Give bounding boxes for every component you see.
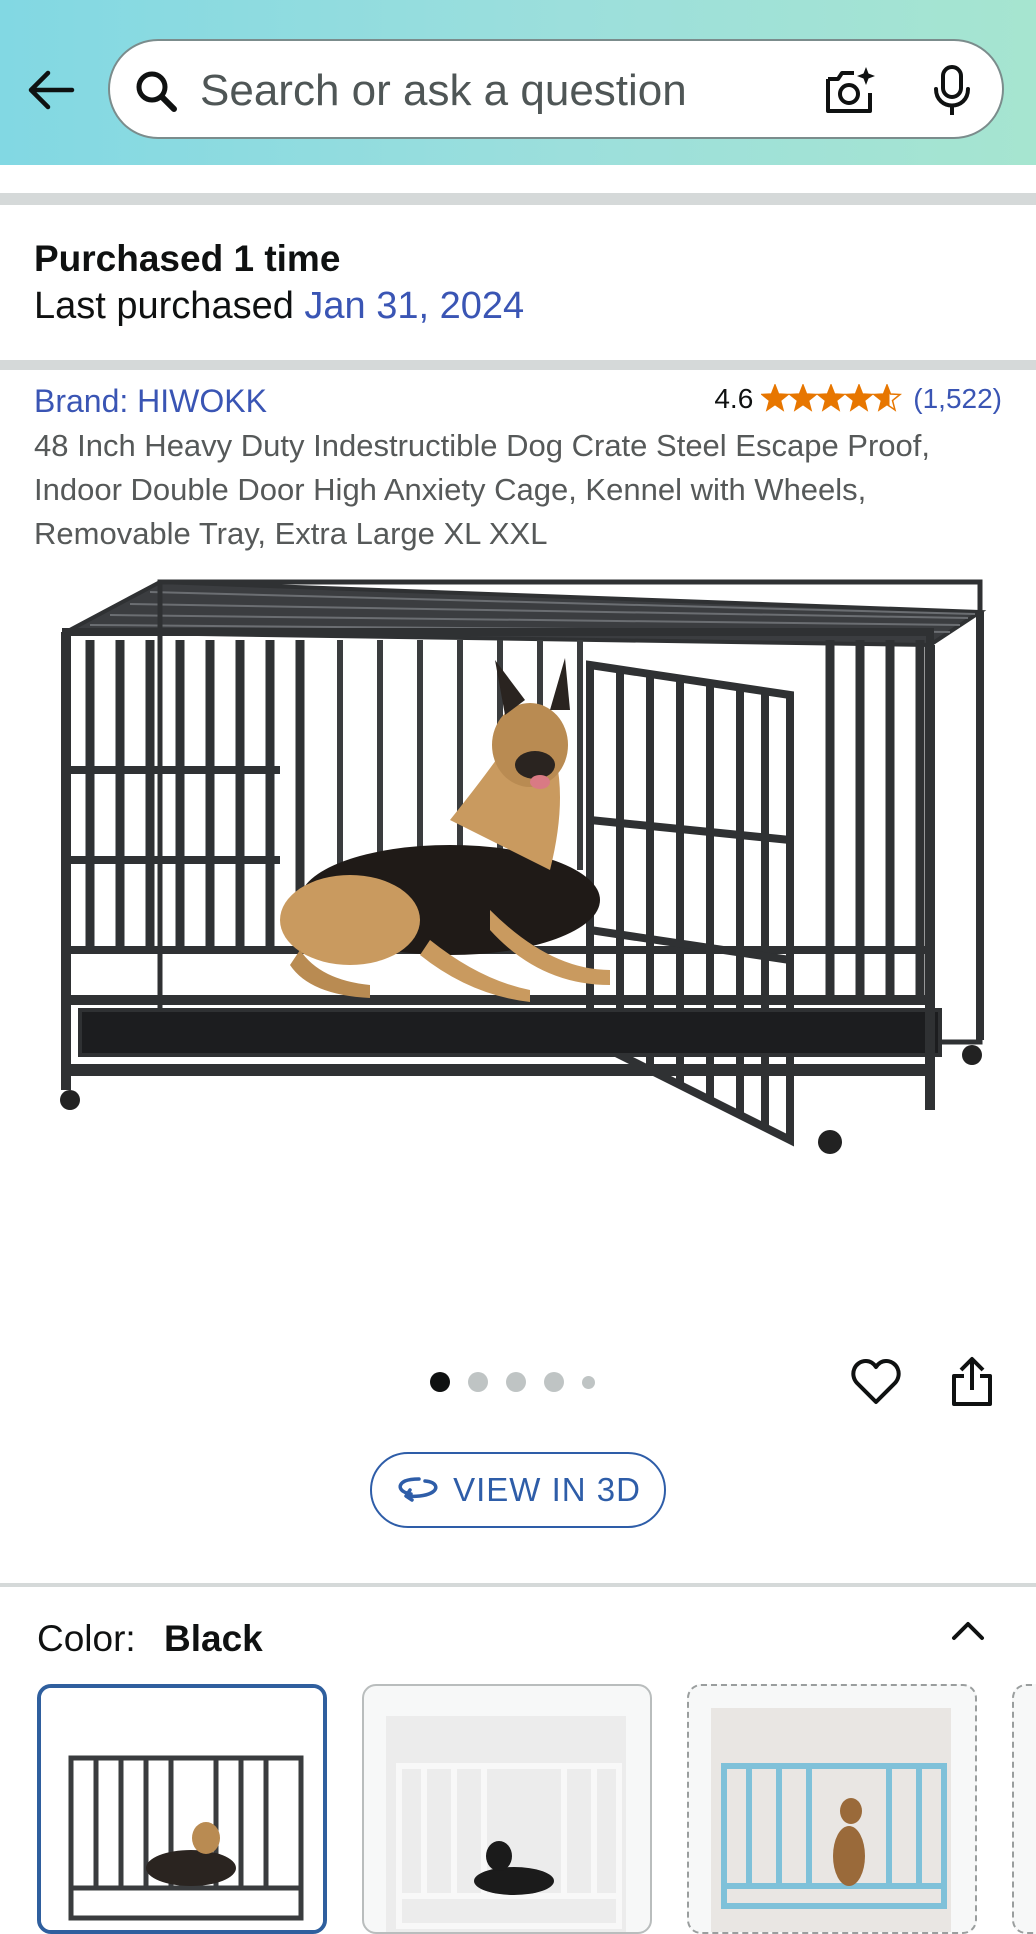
star-rating (761, 384, 903, 414)
microphone-icon[interactable] (928, 63, 976, 119)
star-icon (789, 384, 818, 411)
color-swatch-blue[interactable] (687, 1684, 977, 1934)
half-star-icon (873, 384, 902, 411)
view-in-3d-button[interactable]: VIEW IN 3D (370, 1452, 666, 1528)
search-bar[interactable] (108, 39, 1004, 139)
pagination-dot-active[interactable] (430, 1372, 450, 1392)
section-divider (0, 193, 1036, 205)
search-input[interactable] (198, 63, 802, 119)
rating-count: (1,522) (913, 383, 1002, 414)
color-swatch-white[interactable] (362, 1684, 652, 1934)
pagination-dot[interactable] (468, 1372, 488, 1392)
star-icon (845, 384, 874, 411)
last-purchased-label: Last purchased (34, 285, 305, 327)
star-icon (761, 384, 790, 411)
view-in-3d-label: VIEW IN 3D (453, 1471, 641, 1508)
image-pagination[interactable] (430, 1372, 595, 1392)
brand-link[interactable]: Brand: HIWOKK (34, 383, 267, 420)
product-title: 48 Inch Heavy Duty Indestructible Dog Cr… (34, 428, 931, 551)
camera-icon[interactable] (822, 63, 878, 119)
pagination-dot[interactable] (544, 1372, 564, 1392)
selected-color: Black (164, 1618, 263, 1659)
chevron-up-icon[interactable] (948, 1610, 988, 1650)
section-divider (0, 360, 1036, 370)
color-swatch-black[interactable] (37, 1684, 327, 1934)
search-icon (132, 67, 180, 115)
purchase-count: Purchased 1 time (34, 238, 341, 279)
heart-icon[interactable] (850, 1358, 902, 1406)
color-swatch-more[interactable] (1012, 1684, 1036, 1934)
rating-summary[interactable]: 4.6 (1,522) (714, 383, 1002, 415)
pagination-dot[interactable] (582, 1375, 595, 1389)
color-label: Color: (37, 1618, 136, 1659)
last-purchased: Last purchased Jan 31, 2024 (34, 285, 524, 328)
back-arrow-icon[interactable] (24, 62, 80, 118)
rotate-3d-icon (395, 1473, 441, 1508)
star-icon (817, 384, 846, 411)
share-icon[interactable] (949, 1356, 995, 1408)
last-purchased-date[interactable]: Jan 31, 2024 (304, 285, 524, 327)
top-header (0, 0, 1036, 165)
pagination-dot[interactable] (506, 1372, 526, 1392)
rating-value: 4.6 (714, 383, 754, 414)
section-divider (0, 1583, 1036, 1587)
product-image[interactable] (50, 570, 990, 1290)
